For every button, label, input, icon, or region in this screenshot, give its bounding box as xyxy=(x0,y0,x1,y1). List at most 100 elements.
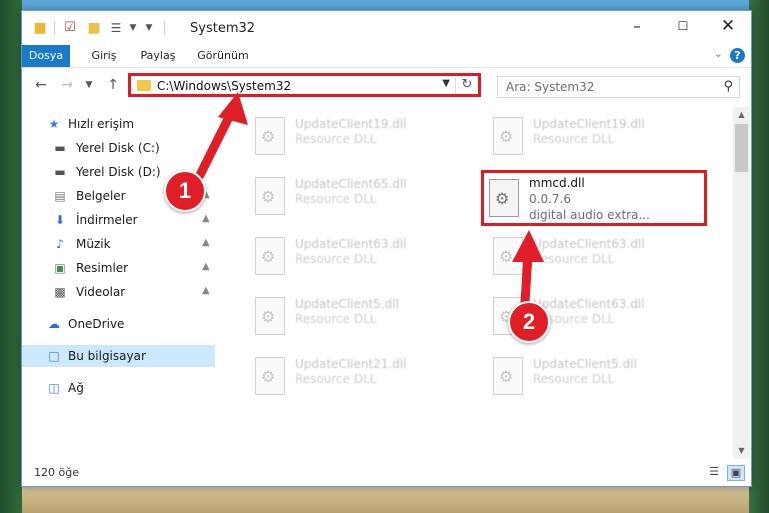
sidebar-item-label: Yerel Disk (C:) xyxy=(76,141,160,155)
sidebar-item-downloads[interactable]: ⬇ İndirmeler ▲ xyxy=(22,209,215,231)
file-tile[interactable]: UpdateClient5.dll Resource DLL xyxy=(485,351,710,403)
documents-icon: ▤ xyxy=(54,189,66,203)
sidebar-item-videos[interactable]: ▩ Videolar ▲ xyxy=(22,281,215,303)
scroll-up-icon[interactable]: ▲ xyxy=(733,107,750,123)
details-view-icon[interactable]: ☰ xyxy=(706,465,722,479)
file-description: Resource DLL xyxy=(295,132,377,146)
file-tile[interactable]: UpdateClient5.dll Resource DLL xyxy=(247,291,472,343)
back-button[interactable]: ← xyxy=(32,77,50,93)
scrollbar-thumb[interactable] xyxy=(735,124,748,172)
ribbon-tabs: Dosya Giriş Paylaş Görünüm ⌄ ? xyxy=(22,45,751,68)
sidebar-item-label: Müzik xyxy=(76,237,111,251)
file-description: Resource DLL xyxy=(295,312,377,326)
address-path[interactable]: C:\Windows\System32 xyxy=(157,79,291,93)
computer-icon: □ xyxy=(48,349,60,363)
sidebar-item-label: Yerel Disk (D:) xyxy=(76,165,161,179)
qat-dropdown-icon[interactable]: ▼ xyxy=(141,20,157,36)
sidebar-item-label: OneDrive xyxy=(68,317,125,331)
pin-icon[interactable]: ▲ xyxy=(202,213,210,224)
large-icons-view-icon[interactable]: ▣ xyxy=(727,465,745,481)
minimize-icon[interactable]: – xyxy=(614,11,660,41)
close-icon[interactable]: ✕ xyxy=(705,11,751,41)
sidebar-item-quick-access[interactable]: ★ Hızlı erişim xyxy=(22,113,215,135)
file-tile[interactable]: UpdateClient19.dll Resource DLL xyxy=(247,111,472,163)
sidebar-item-label: Bu bilgisayar xyxy=(68,349,146,363)
sidebar-item-onedrive[interactable]: ☁ OneDrive xyxy=(22,313,215,335)
sidebar-item-disk-c[interactable]: ▬ Yerel Disk (C:) xyxy=(22,137,215,159)
sidebar-item-label: Ağ xyxy=(68,381,84,395)
navigation-bar: ← → ▼ ↑ C:\Windows\System32 ▼ ↻ Ara: Sys… xyxy=(22,71,751,101)
file-description: digital audio extra... xyxy=(529,208,650,222)
new-folder-icon[interactable]: ■ xyxy=(86,20,102,36)
drive-icon: ▬ xyxy=(54,165,66,179)
sidebar-item-this-pc[interactable]: □ Bu bilgisayar xyxy=(22,345,215,367)
pin-icon[interactable]: ▲ xyxy=(202,261,210,272)
item-count: 120 öğe xyxy=(34,466,79,479)
sidebar-item-label: Resimler xyxy=(76,261,129,275)
tab-home[interactable]: Giriş xyxy=(84,45,124,67)
status-bar: 120 öğe ☰ ▣ xyxy=(22,461,751,485)
file-description: Resource DLL xyxy=(295,192,377,206)
file-description: Resource DLL xyxy=(533,252,615,266)
file-tile[interactable]: UpdateClient21.dll Resource DLL xyxy=(247,351,472,403)
refresh-icon[interactable]: ↻ xyxy=(455,76,478,94)
dll-file-icon xyxy=(255,357,285,395)
forward-button[interactable]: → xyxy=(58,77,76,93)
tab-view[interactable]: Görünüm xyxy=(190,45,256,67)
file-name: UpdateClient63.dll xyxy=(533,297,645,311)
file-tile[interactable]: UpdateClient19.dll Resource DLL xyxy=(485,111,710,163)
dll-file-icon xyxy=(255,177,285,215)
sidebar-item-pictures[interactable]: ▣ Resimler ▲ xyxy=(22,257,215,279)
dll-file-icon xyxy=(255,117,285,155)
download-icon: ⬇ xyxy=(54,213,66,227)
file-name: UpdateClient63.dll xyxy=(533,237,645,251)
pin-icon[interactable]: ▲ xyxy=(202,285,210,296)
file-description: Resource DLL xyxy=(533,132,615,146)
chevron-down-icon[interactable]: ▼ xyxy=(442,78,450,89)
toolbar-separator xyxy=(54,21,55,35)
file-name: UpdateClient21.dll xyxy=(295,357,407,371)
explorer-window: ■ ☑ ■ ☰ ▼ ▼ System32 – ☐ ✕ Dosya Giriş P… xyxy=(21,10,752,487)
folder-icon: ■ xyxy=(33,20,47,36)
tab-share[interactable]: Paylaş xyxy=(133,45,183,67)
dll-file-icon xyxy=(493,237,523,275)
help-icon[interactable]: ? xyxy=(730,48,745,63)
up-button[interactable]: ↑ xyxy=(104,77,122,93)
file-tile[interactable]: UpdateClient63.dll Resource DLL xyxy=(247,231,472,283)
search-input[interactable]: Ara: System32 ⚲ xyxy=(497,76,740,98)
vertical-scrollbar[interactable]: ▲ ▼ xyxy=(733,107,750,459)
search-icon[interactable]: ⚲ xyxy=(723,79,733,94)
sidebar-item-label: Hızlı erişim xyxy=(68,117,135,131)
file-tile[interactable]: UpdateClient63.dll Resource DLL xyxy=(485,231,710,283)
chevron-down-icon[interactable]: ▼ xyxy=(125,20,141,36)
drive-icon: ▬ xyxy=(54,141,66,155)
file-name: mmcd.dll xyxy=(529,176,585,190)
sidebar-item-network[interactable]: ◫ Ağ xyxy=(22,377,215,399)
title-bar: ■ ☑ ■ ☰ ▼ ▼ System32 – ☐ ✕ xyxy=(22,11,751,45)
step-badge-1: 1 xyxy=(164,170,206,212)
desktop-sand xyxy=(0,483,769,513)
music-icon: ♪ xyxy=(56,237,64,251)
recent-locations-icon[interactable]: ▼ xyxy=(80,80,98,90)
tab-file[interactable]: Dosya xyxy=(22,45,70,67)
pictures-icon: ▣ xyxy=(54,261,66,275)
search-placeholder: Ara: System32 xyxy=(506,80,595,94)
dll-file-icon xyxy=(493,357,523,395)
maximize-icon[interactable]: ☐ xyxy=(660,11,706,41)
file-tile[interactable]: UpdateClient65.dll Resource DLL xyxy=(247,171,472,223)
address-bar[interactable]: C:\Windows\System32 ▼ ↻ xyxy=(128,73,481,97)
file-description: Resource DLL xyxy=(295,252,377,266)
ribbon-expand-icon[interactable]: ⌄ xyxy=(714,47,723,60)
properties-icon[interactable]: ☑ xyxy=(62,20,78,36)
desktop-palm-left xyxy=(0,0,22,513)
dll-file-icon xyxy=(493,117,523,155)
step-badge-2: 2 xyxy=(508,301,550,343)
pin-icon[interactable]: ▲ xyxy=(202,237,210,248)
window-title: System32 xyxy=(190,21,256,36)
file-list: UpdateClient19.dll Resource DLL UpdateCl… xyxy=(217,107,732,459)
file-name: UpdateClient65.dll xyxy=(295,177,407,191)
highlighted-file-tile[interactable]: mmcd.dll 0.0.7.6 digital audio extra... xyxy=(481,170,707,226)
sidebar-item-music[interactable]: ♪ Müzik ▲ xyxy=(22,233,215,255)
scroll-down-icon[interactable]: ▼ xyxy=(733,443,750,459)
customize-icon[interactable]: ☰ xyxy=(108,20,124,36)
